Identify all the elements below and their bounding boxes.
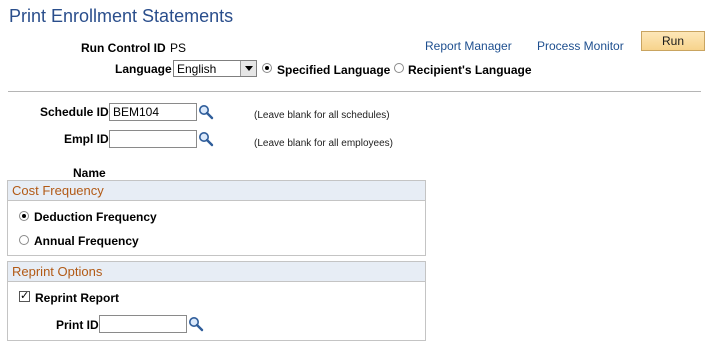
specified-language-label: Specified Language: [277, 63, 391, 77]
name-label: Name: [73, 166, 106, 180]
section-divider: [8, 91, 701, 92]
print-id-lookup-icon[interactable]: [188, 316, 204, 332]
print-id-label: Print ID: [56, 318, 99, 332]
schedule-id-input[interactable]: BEM104: [109, 103, 197, 121]
run-button[interactable]: Run: [641, 31, 705, 51]
recipients-language-label: Recipient's Language: [408, 63, 532, 77]
annual-frequency-label: Annual Frequency: [34, 234, 139, 248]
run-control-id-value: PS: [170, 41, 187, 55]
report-manager-link[interactable]: Report Manager: [425, 39, 512, 53]
schedule-lookup-icon[interactable]: [198, 104, 214, 120]
specified-language-radio[interactable]: [262, 63, 272, 73]
reprint-report-label: Reprint Report: [35, 291, 119, 305]
language-select-value: English: [177, 62, 217, 76]
deduction-frequency-label: Deduction Frequency: [34, 210, 157, 224]
cost-frequency-heading: Cost Frequency: [8, 181, 425, 201]
annual-frequency-radio[interactable]: [19, 235, 29, 245]
schedule-id-label: Schedule ID: [40, 105, 109, 119]
deduction-frequency-radio[interactable]: [19, 211, 29, 221]
schedule-hint: (Leave blank for all schedules): [254, 110, 390, 121]
reprint-report-checkbox[interactable]: ✓: [19, 290, 30, 302]
empl-hint: (Leave blank for all employees): [254, 138, 393, 149]
recipients-language-radio[interactable]: [394, 63, 404, 73]
empl-lookup-icon[interactable]: [198, 131, 214, 147]
process-monitor-link[interactable]: Process Monitor: [537, 39, 624, 53]
page-title: Print Enrollment Statements: [9, 6, 234, 26]
checkmark-icon: ✓: [20, 290, 30, 302]
print-id-input[interactable]: [99, 315, 187, 333]
language-select[interactable]: English: [173, 60, 257, 77]
empl-id-input[interactable]: [109, 130, 197, 148]
empl-id-label: Empl ID: [64, 132, 109, 146]
chevron-down-icon[interactable]: [240, 61, 256, 76]
language-label: Language: [115, 62, 172, 76]
run-control-id-label: Run Control ID: [81, 41, 166, 55]
reprint-options-heading: Reprint Options: [8, 262, 425, 282]
